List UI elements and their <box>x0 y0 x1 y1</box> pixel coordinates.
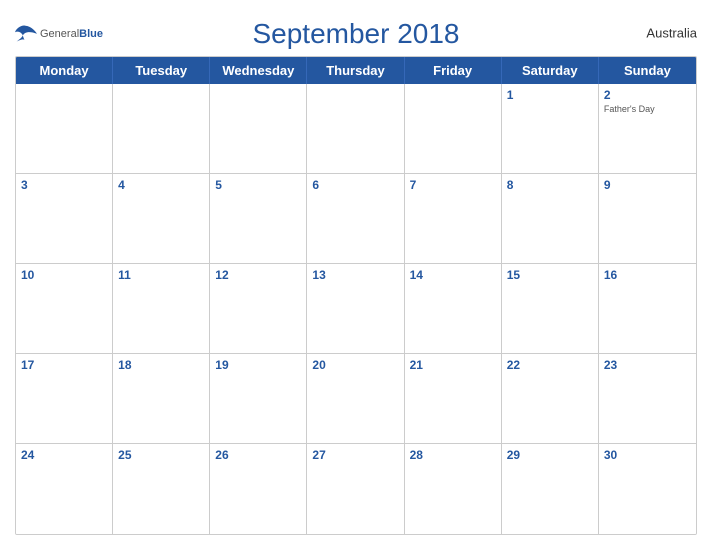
calendar-cell: 16 <box>599 264 696 354</box>
calendar-cell: 26 <box>210 444 307 534</box>
calendar-cell: 11 <box>113 264 210 354</box>
calendar-cell: 20 <box>307 354 404 444</box>
calendar-cell: 17 <box>16 354 113 444</box>
calendar-cell <box>113 84 210 174</box>
cell-date-number: 5 <box>215 178 301 192</box>
calendar-cell: 29 <box>502 444 599 534</box>
cell-date-number: 6 <box>312 178 398 192</box>
calendar-cell: 24 <box>16 444 113 534</box>
cell-date-number: 18 <box>118 358 204 372</box>
calendar-cell: 4 <box>113 174 210 264</box>
calendar-cell: 5 <box>210 174 307 264</box>
calendar-cell: 23 <box>599 354 696 444</box>
calendar-grid: 12Father's Day34567891011121314151617181… <box>16 84 696 534</box>
logo-blue: Blue <box>79 28 103 40</box>
cell-date-number: 4 <box>118 178 204 192</box>
cell-date-number: 14 <box>410 268 496 282</box>
cell-date-number: 21 <box>410 358 496 372</box>
day-header-wednesday: Wednesday <box>210 57 307 84</box>
day-header-saturday: Saturday <box>502 57 599 84</box>
day-header-thursday: Thursday <box>307 57 404 84</box>
calendar-cell: 9 <box>599 174 696 264</box>
cell-date-number: 9 <box>604 178 691 192</box>
cell-holiday-label: Father's Day <box>604 104 691 115</box>
calendar-cell: 18 <box>113 354 210 444</box>
cell-date-number: 28 <box>410 448 496 462</box>
calendar-cell: 10 <box>16 264 113 354</box>
calendar-cell: 25 <box>113 444 210 534</box>
calendar-cell: 12 <box>210 264 307 354</box>
calendar-cell <box>307 84 404 174</box>
cell-date-number: 23 <box>604 358 691 372</box>
calendar-cell <box>16 84 113 174</box>
calendar-cell <box>210 84 307 174</box>
calendar-cell: 7 <box>405 174 502 264</box>
country-label: Australia <box>646 26 697 41</box>
calendar-cell: 28 <box>405 444 502 534</box>
calendar-cell: 3 <box>16 174 113 264</box>
cell-date-number: 8 <box>507 178 593 192</box>
day-header-friday: Friday <box>405 57 502 84</box>
day-header-sunday: Sunday <box>599 57 696 84</box>
day-header-monday: Monday <box>16 57 113 84</box>
cell-date-number: 19 <box>215 358 301 372</box>
calendar-cell: 21 <box>405 354 502 444</box>
cell-date-number: 15 <box>507 268 593 282</box>
cell-date-number: 1 <box>507 88 593 102</box>
calendar-cell: 14 <box>405 264 502 354</box>
cell-date-number: 22 <box>507 358 593 372</box>
calendar-cell: 19 <box>210 354 307 444</box>
logo-text: GeneralBlue <box>40 24 103 42</box>
logo: GeneralBlue <box>15 24 103 42</box>
calendar-header: GeneralBlue September 2018 Australia <box>15 10 697 56</box>
cell-date-number: 24 <box>21 448 107 462</box>
calendar: MondayTuesdayWednesdayThursdayFridaySatu… <box>15 56 697 535</box>
month-title: September 2018 <box>252 18 459 50</box>
cell-date-number: 12 <box>215 268 301 282</box>
calendar-cell: 2 Father's Day <box>599 84 696 174</box>
cell-date-number: 10 <box>21 268 107 282</box>
logo-general: General <box>40 28 79 40</box>
cell-date-number: 3 <box>21 178 107 192</box>
calendar-cell: 13 <box>307 264 404 354</box>
cell-date-number: 20 <box>312 358 398 372</box>
logo-bird-icon <box>15 24 37 42</box>
cell-date-number: 25 <box>118 448 204 462</box>
calendar-cell: 1 <box>502 84 599 174</box>
cell-date-number: 17 <box>21 358 107 372</box>
calendar-cell: 6 <box>307 174 404 264</box>
calendar-cell: 27 <box>307 444 404 534</box>
calendar-cell: 15 <box>502 264 599 354</box>
calendar-cell: 8 <box>502 174 599 264</box>
cell-date-number: 26 <box>215 448 301 462</box>
day-headers: MondayTuesdayWednesdayThursdayFridaySatu… <box>16 57 696 84</box>
day-header-tuesday: Tuesday <box>113 57 210 84</box>
calendar-cell: 30 <box>599 444 696 534</box>
cell-date-number: 16 <box>604 268 691 282</box>
cell-date-number: 2 <box>604 88 691 102</box>
cell-date-number: 11 <box>118 268 204 282</box>
cell-date-number: 7 <box>410 178 496 192</box>
cell-date-number: 27 <box>312 448 398 462</box>
calendar-cell <box>405 84 502 174</box>
cell-date-number: 13 <box>312 268 398 282</box>
calendar-cell: 22 <box>502 354 599 444</box>
cell-date-number: 29 <box>507 448 593 462</box>
cell-date-number: 30 <box>604 448 691 462</box>
